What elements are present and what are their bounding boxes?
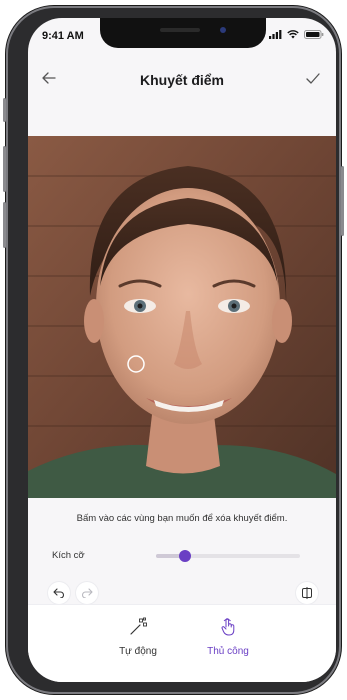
volume-up-button: [3, 146, 6, 192]
check-icon[interactable]: [306, 73, 320, 84]
app-screen: 9:41 AM Khuyết điểm Bấm vào các vùng bạn…: [28, 18, 336, 682]
undo-icon: [53, 588, 64, 598]
redo-button[interactable]: [76, 582, 98, 604]
wifi-icon: [287, 30, 299, 39]
status-icons: [269, 30, 324, 39]
notch: [100, 18, 266, 48]
size-label: Kích cỡ: [52, 550, 85, 561]
size-slider-thumb[interactable]: [179, 550, 191, 562]
signal-icon: [269, 30, 282, 39]
page-title: Khuyết điểm: [139, 72, 224, 88]
mode-tab-bar: Tự động Thủ công: [28, 604, 336, 682]
compare-icon: [302, 587, 312, 599]
volume-down-button: [3, 202, 6, 248]
speaker: [160, 28, 200, 32]
tab-manual[interactable]: Thủ công: [188, 617, 268, 657]
front-camera: [220, 27, 226, 33]
redo-icon: [82, 588, 93, 598]
top-bar: Khuyết điểm: [28, 58, 336, 102]
power-button: [341, 166, 344, 236]
status-time: 9:41 AM: [42, 30, 84, 42]
mute-switch: [3, 98, 6, 122]
battery-icon: [304, 30, 324, 39]
tab-manual-label: Thủ công: [207, 646, 249, 657]
undo-button[interactable]: [48, 582, 70, 604]
photo-canvas[interactable]: [28, 136, 336, 498]
tab-auto-label: Tự động: [119, 646, 157, 657]
instruction-text: Bấm vào các vùng bạn muốn để xóa khuyết …: [76, 513, 288, 524]
compare-button[interactable]: [296, 582, 318, 604]
magic-wand-icon: [130, 617, 147, 635]
portrait-photo: [28, 136, 336, 498]
hand-pointer-icon: [221, 618, 235, 636]
size-slider[interactable]: [156, 550, 300, 562]
tab-auto[interactable]: Tự động: [98, 617, 178, 657]
